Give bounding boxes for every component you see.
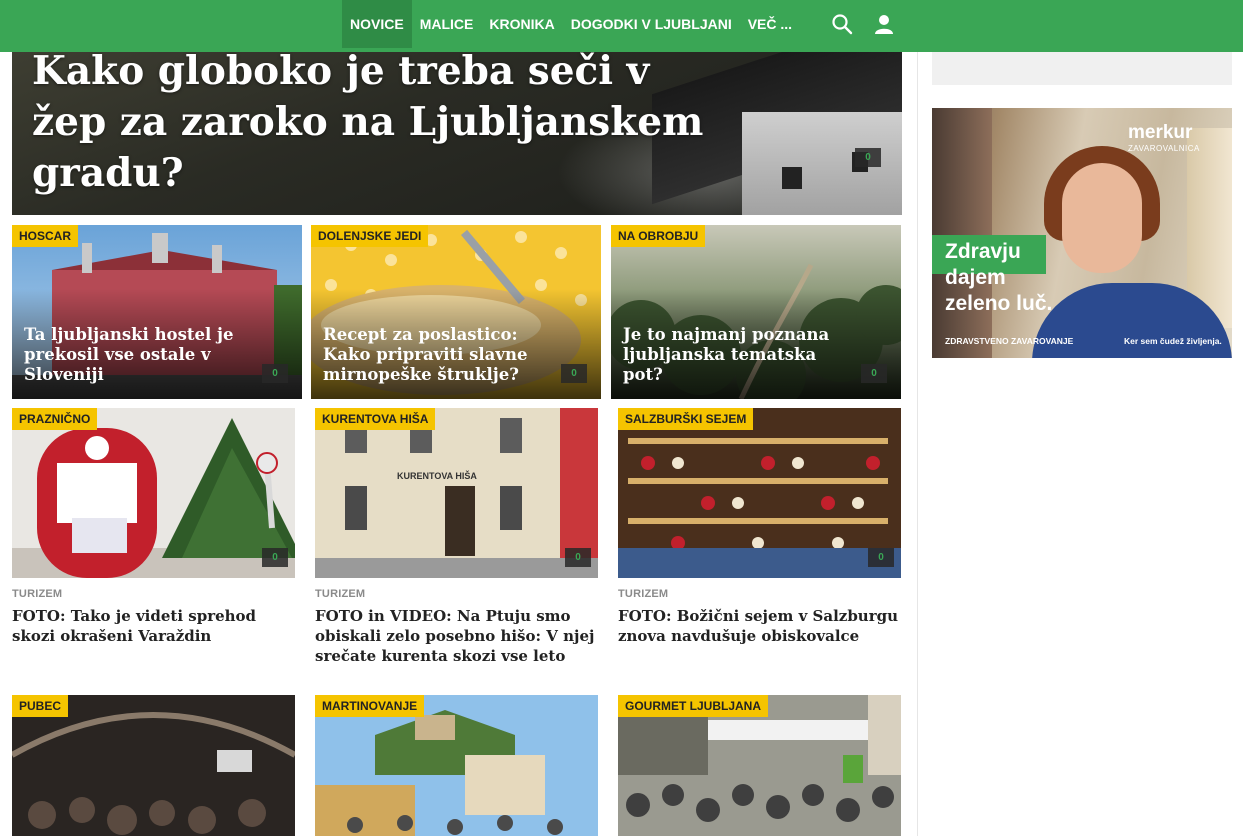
category-tag[interactable]: DOLENJSKE JEDI	[311, 225, 429, 247]
article-image[interactable]: PRAZNIČNO 0	[12, 408, 295, 578]
article-image[interactable]: SALZBURŠKI SEJEM 0	[618, 408, 901, 578]
category-tag[interactable]: NA OBROBJU	[611, 225, 706, 247]
category-tag[interactable]: KURENTOVA HIŠA	[315, 408, 436, 430]
nav-item-dogodki[interactable]: DOGODKI V LJUBLJANI	[563, 0, 740, 48]
article-image-art: KURENTOVA HIŠA	[315, 408, 598, 578]
comment-count-badge: 0	[262, 364, 288, 383]
hero-image-window	[782, 167, 802, 189]
article-title[interactable]: Recept za poslastico: Kako pripraviti sl…	[323, 325, 561, 385]
top-navigation-bar: NOVICE MALICE KRONIKA DOGODKI V LJUBLJAN…	[0, 0, 1243, 52]
ad-footer-left: ZDRAVSTVENO ZAVAROVANJE	[945, 336, 1074, 346]
ad-footer-right: Ker sem čudež življenja.	[1124, 336, 1222, 346]
ad-slogan: Zdravju dajem zeleno luč.	[945, 239, 1052, 317]
ad-slogan-line: Zdravju	[945, 240, 1021, 263]
nav-icons	[830, 12, 896, 36]
category-tag[interactable]: PRAZNIČNO	[12, 408, 98, 430]
building-sign: KURENTOVA HIŠA	[397, 470, 477, 481]
nav-item-novice[interactable]: NOVICE	[342, 0, 412, 48]
ad-slogan-line: zeleno luč.	[945, 292, 1053, 315]
nav-item-kronika[interactable]: KRONIKA	[481, 0, 562, 48]
advertisement-banner[interactable]: merkur ZAVAROVALNICA Zdravju dajem zelen…	[932, 108, 1232, 358]
article-image-art	[618, 408, 901, 578]
category-tag[interactable]: PUBEC	[12, 695, 69, 717]
article-card-gourmet[interactable]: GOURMET LJUBLJANA	[618, 695, 901, 836]
category-tag[interactable]: SALZBURŠKI SEJEM	[618, 408, 754, 430]
article-image[interactable]: KURENTOVA HIŠA KURENTOVA HIŠA 0	[315, 408, 598, 578]
article-title[interactable]: FOTO in VIDEO: Na Ptuju smo obiskali zel…	[315, 606, 598, 666]
ad-person-face	[1062, 163, 1142, 273]
article-title[interactable]: Je to najmanj poznana ljubljanska temats…	[623, 325, 861, 385]
ad-brand-subtitle: ZAVAROVALNICA	[1128, 144, 1200, 153]
comment-count-badge: 0	[565, 548, 591, 567]
ad-brand-logo: merkur	[1128, 122, 1193, 143]
nav-item-vec[interactable]: VEČ ...	[740, 0, 800, 48]
article-image[interactable]: PUBEC	[12, 695, 295, 836]
comment-count-badge: 0	[262, 548, 288, 567]
article-card-martinovanje[interactable]: MARTINOVANJE	[315, 695, 598, 836]
article-title[interactable]: FOTO: Tako je videti sprehod skozi okraš…	[12, 606, 295, 646]
search-icon[interactable]	[830, 12, 854, 36]
section-label[interactable]: TURIZEM	[12, 588, 295, 600]
article-card-pubec[interactable]: PUBEC	[12, 695, 295, 836]
category-tag[interactable]: MARTINOVANJE	[315, 695, 425, 717]
ad-background-building	[932, 108, 992, 358]
article-card-tematska-pot[interactable]: NA OBROBJU Je to najmanj poznana ljublja…	[611, 225, 901, 399]
article-card-kurentova-hisa[interactable]: KURENTOVA HIŠA KURENTOVA HIŠA 0 TURIZEM …	[315, 408, 598, 666]
article-title[interactable]: Ta ljubljanski hostel je prekosil vse os…	[24, 325, 262, 385]
sidebar-placeholder	[932, 52, 1232, 85]
nav-item-malice[interactable]: MALICE	[412, 0, 482, 48]
hero-title[interactable]: Kako globoko je treba seči v žep za zaro…	[32, 52, 732, 199]
category-tag[interactable]: GOURMET LJUBLJANA	[618, 695, 769, 717]
article-image-art	[12, 408, 295, 578]
user-icon[interactable]	[872, 12, 896, 36]
category-tag[interactable]: HOSCAR	[12, 225, 79, 247]
main-menu: NOVICE MALICE KRONIKA DOGODKI V LJUBLJAN…	[342, 0, 800, 48]
article-title[interactable]: FOTO: Božični sejem v Salzburgu znova na…	[618, 606, 901, 646]
column-divider	[917, 52, 918, 836]
hero-article[interactable]: Kako globoko je treba seči v žep za zaro…	[12, 52, 902, 215]
article-card-struklji[interactable]: DOLENJSKE JEDI Recept za poslastico: Kak…	[311, 225, 601, 399]
article-card-salzburg[interactable]: SALZBURŠKI SEJEM 0 TURIZEM FOTO: Božični…	[618, 408, 901, 646]
comment-count-badge: 0	[561, 364, 587, 383]
comment-count-badge: 0	[861, 364, 887, 383]
section-label[interactable]: TURIZEM	[618, 588, 901, 600]
article-card-hostel[interactable]: HOSCAR Ta ljubljanski hostel je prekosil…	[12, 225, 302, 399]
comment-count-badge: 0	[868, 548, 894, 567]
article-card-varazdin[interactable]: PRAZNIČNO 0 TURIZEM FOTO: Tako je videti…	[12, 408, 295, 646]
page: NOVICE MALICE KRONIKA DOGODKI V LJUBLJAN…	[0, 0, 1243, 836]
article-image[interactable]: MARTINOVANJE	[315, 695, 598, 836]
section-label[interactable]: TURIZEM	[315, 588, 598, 600]
ad-slogan-line: dajem	[945, 266, 1006, 289]
article-image[interactable]: GOURMET LJUBLJANA	[618, 695, 901, 836]
comment-count-badge: 0	[855, 148, 881, 167]
